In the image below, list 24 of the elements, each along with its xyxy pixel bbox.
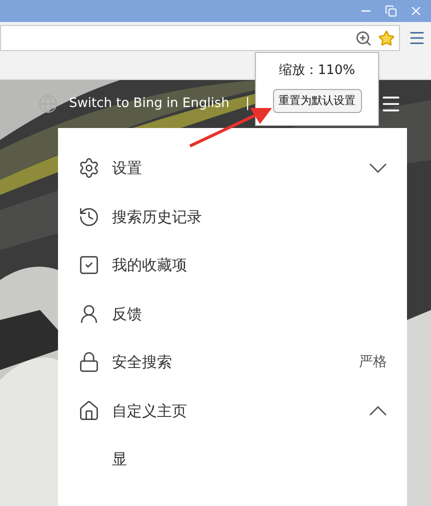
menu-icon[interactable] bbox=[408, 29, 426, 47]
menu-item[interactable]: 自定义主页 bbox=[58, 386, 407, 435]
close-icon[interactable] bbox=[409, 4, 423, 18]
reset-button[interactable]: 重置为默认设置 bbox=[272, 88, 362, 113]
menu-item[interactable]: 设置 bbox=[58, 144, 407, 192]
submenu-item[interactable]: 显 bbox=[58, 435, 407, 483]
home-icon bbox=[78, 400, 100, 422]
star-icon[interactable] bbox=[378, 30, 395, 46]
restore-icon[interactable] bbox=[385, 5, 397, 17]
checkbox-icon bbox=[78, 254, 100, 276]
person-icon bbox=[78, 302, 100, 325]
menu-item[interactable]: 反馈 bbox=[58, 290, 407, 338]
globe-icon bbox=[38, 94, 58, 114]
menu-item[interactable]: 搜索历史记录 bbox=[58, 192, 407, 241]
zoom-level: 缩放：110% bbox=[278, 62, 356, 80]
history-icon bbox=[78, 206, 100, 228]
gear-icon bbox=[78, 157, 100, 180]
language-link[interactable]: Switch to Bing in English bbox=[69, 94, 230, 114]
zoom-icon[interactable] bbox=[355, 30, 372, 46]
lock-icon bbox=[78, 351, 100, 374]
menu-item[interactable]: 安全搜索 严格 bbox=[58, 338, 407, 386]
menu-item[interactable]: 我的收藏项 bbox=[58, 241, 407, 290]
safe-search-value: 严格 bbox=[359, 352, 387, 372]
separator: | bbox=[245, 95, 250, 114]
